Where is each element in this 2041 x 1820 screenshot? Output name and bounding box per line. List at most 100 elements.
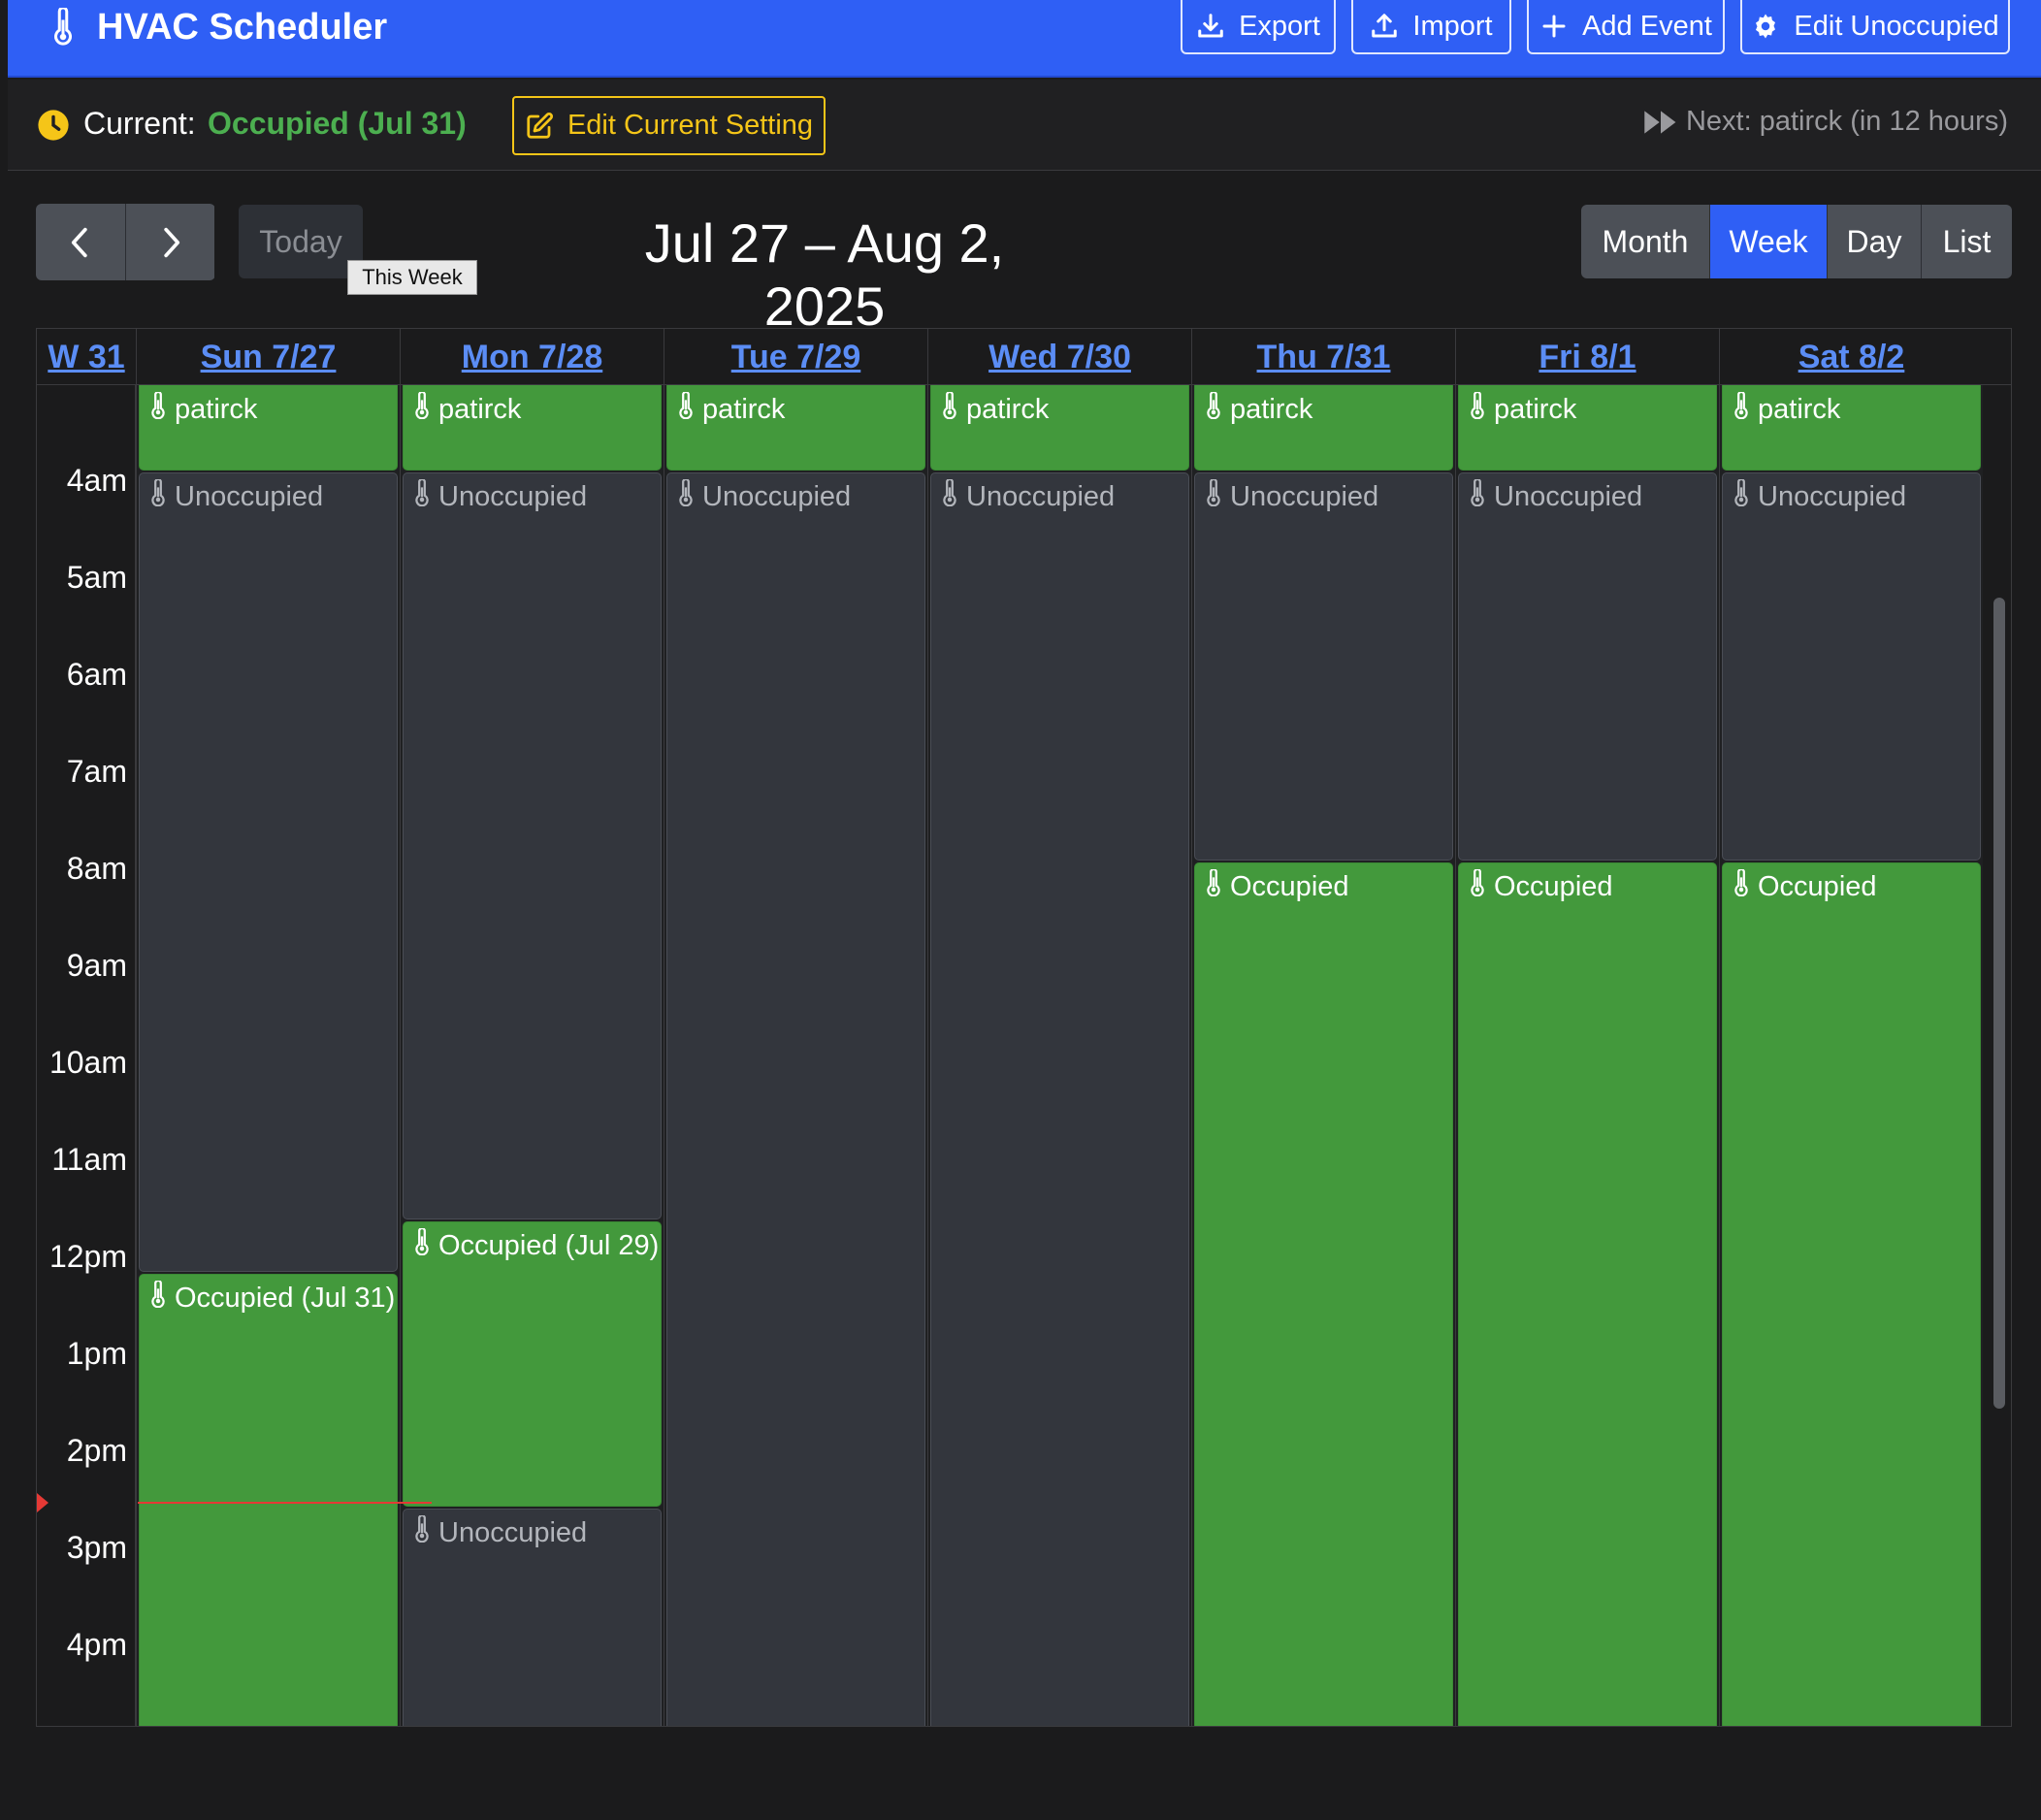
day-column-thu[interactable]: patirck Unoccupied Occupied	[1191, 366, 1455, 1726]
calendar-event[interactable]: Unoccupied	[930, 472, 1189, 1726]
calendar-event[interactable]: Occupied (Jul 29)	[403, 1221, 662, 1507]
thermometer-icon	[677, 390, 695, 427]
view-month-button[interactable]: Month	[1581, 205, 1709, 278]
date-range-title: Jul 27 – Aug 2, 2025	[644, 212, 1005, 337]
add-event-label: Add Event	[1582, 10, 1712, 42]
calendar-event[interactable]: Occupied	[1722, 862, 1981, 1726]
calendar-event[interactable]: Unoccupied	[403, 1509, 662, 1726]
view-list-button[interactable]: List	[1921, 205, 2012, 278]
day-header-fri[interactable]: Fri 8/1	[1455, 329, 1719, 385]
event-title: Occupied	[1230, 870, 1349, 902]
hour-label: 7am	[66, 754, 127, 789]
time-axis: 4am 5am 6am 7am 8am 9am 10am 11am 12pm 1pm 2pm 3pm 4…	[37, 385, 136, 1726]
export-button[interactable]: Export	[1181, 0, 1336, 54]
app-header: HVAC Scheduler Export Import Add Event E…	[8, 0, 2041, 78]
event-title: Unoccupied	[438, 480, 588, 512]
calendar-event[interactable]: Occupied	[1194, 862, 1453, 1726]
day-column-tue[interactable]: patirck Unoccupied	[664, 366, 927, 1726]
day-header-sun[interactable]: Sun 7/27	[136, 329, 400, 385]
thermometer-icon	[677, 477, 695, 514]
prev-next-group	[36, 204, 215, 280]
day-header-tue[interactable]: Tue 7/29	[664, 329, 927, 385]
thermometer-icon	[1205, 390, 1222, 427]
event-title: Occupied (Jul 31)	[175, 1282, 396, 1314]
calendar-event[interactable]: Unoccupied	[403, 472, 662, 1219]
thermometer-icon	[941, 390, 958, 427]
event-title: patirck	[966, 393, 1050, 425]
calendar-event[interactable]: Unoccupied	[1458, 472, 1717, 861]
event-title: Unoccupied	[438, 1516, 588, 1548]
event-title: Occupied	[1758, 870, 1877, 902]
calendar-scrollbar[interactable]	[1983, 385, 2011, 1726]
day-header-row: W 31 Sun 7/27 Mon 7/28 Tue 7/29 Wed 7/30…	[37, 329, 2011, 385]
event-title: Unoccupied	[966, 480, 1116, 512]
day-column-sun[interactable]: patirck Unoccupied Occupied (Jul 31)	[136, 366, 400, 1726]
calendar-event[interactable]: Occupied	[1458, 862, 1717, 1726]
thermometer-icon	[1469, 477, 1486, 514]
thermometer-icon	[149, 477, 167, 514]
hour-label: 6am	[66, 657, 127, 692]
import-label: Import	[1412, 10, 1493, 42]
event-title: Unoccupied	[1494, 480, 1643, 512]
scrollbar-thumb[interactable]	[1993, 598, 2005, 1409]
thermometer-icon	[1205, 477, 1222, 514]
event-title: patirck	[1494, 393, 1577, 425]
prev-week-button[interactable]	[36, 204, 125, 280]
view-switcher: Month Week Day List	[1581, 205, 2012, 278]
thermometer-icon	[149, 1279, 167, 1316]
view-week-button[interactable]: Week	[1709, 205, 1827, 278]
day-column-mon[interactable]: patirck Unoccupied Occupied (Jul 29) Uno…	[400, 366, 664, 1726]
event-title: Unoccupied	[1758, 480, 1907, 512]
current-setting-value: Occupied (Jul 31)	[208, 106, 467, 141]
thermometer-icon	[413, 1226, 431, 1263]
week-number-link[interactable]: W 31	[37, 329, 136, 385]
calendar-event[interactable]: Unoccupied	[1722, 472, 1981, 861]
calendar-event[interactable]: Unoccupied	[1194, 472, 1453, 861]
day-column-fri[interactable]: patirck Unoccupied Occupied	[1455, 366, 1719, 1726]
next-week-button[interactable]	[125, 204, 214, 280]
day-header-wed[interactable]: Wed 7/30	[927, 329, 1191, 385]
thermometer-icon	[149, 390, 167, 427]
thermometer-icon	[941, 477, 958, 514]
event-title: patirck	[1230, 393, 1313, 425]
add-event-button[interactable]: Add Event	[1527, 0, 1725, 54]
event-title: Unoccupied	[702, 480, 852, 512]
hour-label: 3pm	[66, 1530, 127, 1565]
day-column-sat[interactable]: patirck Unoccupied Occupied	[1719, 366, 1983, 1726]
day-header-thu[interactable]: Thu 7/31	[1191, 329, 1455, 385]
thermometer-icon	[1205, 867, 1222, 904]
edit-unoccupied-button[interactable]: Edit Unoccupied	[1740, 0, 2010, 54]
thermometer-icon	[1733, 867, 1750, 904]
upload-icon	[1372, 14, 1398, 38]
event-title: Unoccupied	[1230, 480, 1379, 512]
edit-icon	[527, 112, 553, 139]
today-button[interactable]: Today	[239, 205, 363, 278]
current-label: Current:	[83, 106, 196, 141]
thermometer-icon	[1733, 477, 1750, 514]
time-grid[interactable]: 4am 5am 6am 7am 8am 9am 10am 11am 12pm 1pm 2pm 3pm 4…	[37, 360, 2011, 1726]
app-title-text: HVAC Scheduler	[97, 6, 388, 48]
edit-current-setting-button[interactable]: Edit Current Setting	[512, 96, 826, 155]
gear-icon	[1756, 14, 1776, 39]
calendar-event[interactable]: Occupied (Jul 31)	[139, 1274, 398, 1726]
hour-label: 11am	[51, 1142, 127, 1177]
event-title: patirck	[702, 393, 786, 425]
hour-label: 4am	[66, 463, 127, 498]
day-column-wed[interactable]: patirck Unoccupied	[927, 366, 1191, 1726]
fast-forward-icon	[1644, 110, 1676, 134]
view-day-button[interactable]: Day	[1827, 205, 1921, 278]
edit-current-setting-label: Edit Current Setting	[567, 110, 814, 141]
hour-label: 1pm	[66, 1336, 127, 1371]
day-header-mon[interactable]: Mon 7/28	[400, 329, 664, 385]
calendar-event[interactable]: Unoccupied	[139, 472, 398, 1272]
hour-label: 9am	[66, 948, 127, 983]
event-title: Occupied (Jul 29)	[438, 1229, 660, 1261]
plus-icon	[1542, 15, 1566, 38]
today-tooltip: This Week	[347, 260, 477, 295]
day-header-sat[interactable]: Sat 8/2	[1719, 329, 1983, 385]
thermometer-icon	[413, 390, 431, 427]
event-title: patirck	[438, 393, 522, 425]
calendar-event[interactable]: Unoccupied	[666, 472, 925, 1726]
import-button[interactable]: Import	[1351, 0, 1511, 54]
week-calendar: W 31 Sun 7/27 Mon 7/28 Tue 7/29 Wed 7/30…	[36, 328, 2012, 1727]
